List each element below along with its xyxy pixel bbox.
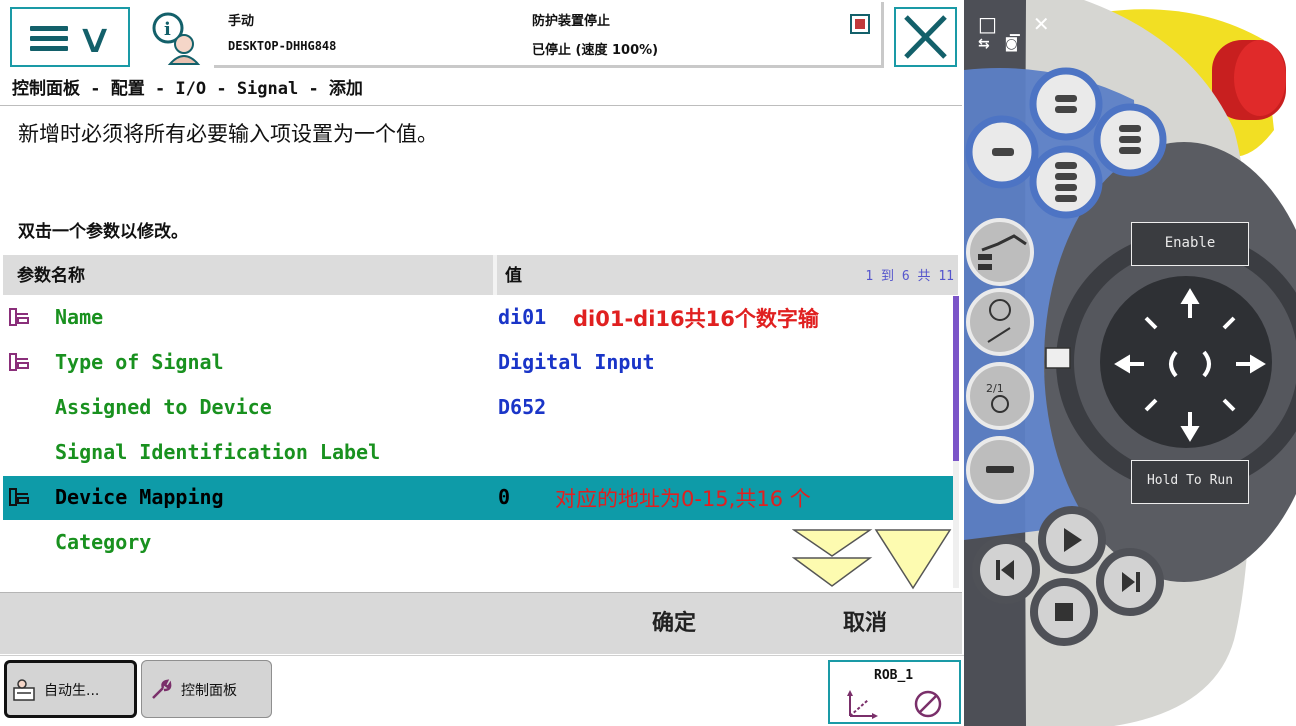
table-row[interactable]: Type of Signal Digital Input	[3, 341, 953, 385]
param-name: Device Mapping	[55, 485, 224, 509]
hold-to-run-label: Hold To Run	[1146, 473, 1234, 488]
vertical-scrollbar[interactable]	[953, 296, 959, 588]
programmable-key-4[interactable]	[1029, 145, 1103, 219]
hamburger-icon-bar	[30, 36, 68, 41]
quickset-button[interactable]: ROB_1	[828, 660, 961, 724]
restore-icon[interactable]: □	[978, 12, 997, 36]
enable-label: Enable	[1164, 235, 1216, 251]
annotation-text: di01-di16共16个数字输	[573, 307, 819, 331]
param-value: di01	[498, 305, 547, 329]
event-log-icon[interactable]	[850, 14, 870, 34]
status-bar: 手动 DESKTOP-DHHG848 防护装置停止 已停止 (速度 100%)	[214, 2, 884, 68]
program-state: 已停止 (速度 100%)	[532, 43, 659, 58]
toggle-axis-button[interactable]: 2/1	[966, 362, 1034, 430]
param-name: Assigned to Device	[55, 395, 272, 419]
row-counter: 1 到 6 共 11	[865, 269, 954, 284]
step-forward-button[interactable]	[1096, 548, 1164, 616]
hamburger-icon	[30, 26, 68, 31]
select-mechanical-unit-button[interactable]	[966, 218, 1034, 286]
hamburger-icon-bar	[30, 46, 68, 51]
toggle-motion-mode-button[interactable]	[966, 288, 1034, 356]
cancel-button[interactable]: 取消	[843, 605, 887, 637]
usb-port-icon	[1045, 347, 1071, 369]
operator-info-icon[interactable]: i	[148, 8, 206, 66]
play-button[interactable]	[1038, 506, 1106, 574]
teach-pendant-hardware: 2/1 □ _ ✕ ⇆ ◙ Enable Hold To Run	[964, 0, 1296, 726]
step-backward-button[interactable]	[972, 536, 1040, 604]
column-header-value: 值	[505, 266, 522, 286]
flexpendant-screen: ∨ i 手动 DESKTOP-DHHG848 防护装置停止 已停止 (速度 10…	[0, 0, 964, 726]
param-name: Type of Signal	[55, 350, 224, 374]
required-param-icon	[9, 308, 29, 326]
controller-name: DESKTOP-DHHG848	[228, 39, 337, 53]
svg-text:2/1: 2/1	[986, 382, 1004, 395]
divider	[0, 105, 962, 106]
page-down-icon[interactable]	[792, 529, 873, 587]
hint-text: 双击一个参数以修改。	[18, 222, 188, 242]
swap-icon[interactable]: ⇆	[978, 36, 990, 52]
abb-menu-button[interactable]: ∨	[10, 7, 130, 67]
table-header: 参数名称 值 1 到 6 共 11	[3, 255, 958, 295]
param-value: D652	[498, 395, 547, 419]
pendant-body: 2/1	[964, 0, 1296, 726]
window-controls: □ _ ✕ ⇆ ◙	[978, 12, 1050, 52]
wrench-icon	[152, 679, 172, 699]
close-button[interactable]	[894, 7, 957, 67]
stop-button[interactable]	[1030, 578, 1098, 646]
table-row-selected[interactable]: Device Mapping 0 对应的地址为0-15,共16 个	[3, 476, 953, 520]
incremental-off-icon	[914, 690, 942, 718]
column-header-name: 参数名称	[17, 266, 85, 286]
param-name: Signal Identification Label	[55, 440, 381, 464]
minimize-icon[interactable]: _	[1010, 12, 1020, 36]
programmable-key-1[interactable]	[1029, 67, 1103, 141]
task-control-panel[interactable]: 控制面板	[141, 660, 272, 718]
annotation-text: 对应的地址为0-15,共16 个	[555, 487, 811, 511]
camera-icon[interactable]: ◙	[1005, 36, 1019, 52]
task-label: 自动生...	[44, 683, 100, 699]
enable-button[interactable]: Enable	[1131, 222, 1249, 266]
auto-production-icon	[13, 679, 35, 701]
task-auto-production[interactable]: 自动生...	[4, 660, 137, 718]
scroll-buttons	[792, 529, 952, 590]
close-window-icon[interactable]: ✕	[1033, 12, 1050, 36]
hold-to-run-button[interactable]: Hold To Run	[1131, 460, 1249, 504]
svg-text:i: i	[164, 19, 171, 40]
task-label: 控制面板	[181, 683, 237, 699]
breadcrumb: 控制面板 - 配置 - I/O - Signal - 添加	[12, 79, 363, 99]
emergency-stop-icon[interactable]	[1212, 40, 1286, 120]
programmable-key-3[interactable]	[1093, 103, 1167, 177]
mechanical-unit-label: ROB_1	[874, 668, 914, 683]
param-name: Name	[55, 305, 104, 329]
instruction-text: 新增时必须将所有必要输入项设置为一个值。	[18, 122, 438, 146]
ok-button[interactable]: 确定	[652, 605, 696, 637]
close-icon	[904, 15, 947, 59]
required-param-icon	[9, 353, 29, 371]
scrollbar-thumb[interactable]	[953, 296, 959, 461]
command-bar: 确定 取消	[0, 592, 962, 654]
taskbar: 自动生... 控制面板 ROB_1	[0, 655, 964, 726]
param-name: Category	[55, 530, 152, 554]
param-value: 0	[498, 485, 511, 509]
table-row[interactable]: Name di01 di01-di16共16个数字输	[3, 296, 953, 340]
controller-state: 防护装置停止	[532, 14, 611, 29]
column-separator[interactable]	[493, 255, 497, 295]
operating-mode: 手动	[228, 14, 255, 29]
chevron-down-icon: ∨	[75, 16, 114, 62]
toggle-increment-button[interactable]	[966, 436, 1034, 504]
table-row[interactable]: Signal Identification Label	[3, 431, 953, 475]
table-row[interactable]: Assigned to Device D652	[3, 386, 953, 430]
programmable-key-2[interactable]	[965, 115, 1039, 189]
coordinate-system-icon	[847, 690, 878, 719]
param-value: Digital Input	[498, 350, 655, 374]
required-param-icon	[9, 488, 29, 506]
scroll-down-icon[interactable]	[874, 529, 952, 590]
